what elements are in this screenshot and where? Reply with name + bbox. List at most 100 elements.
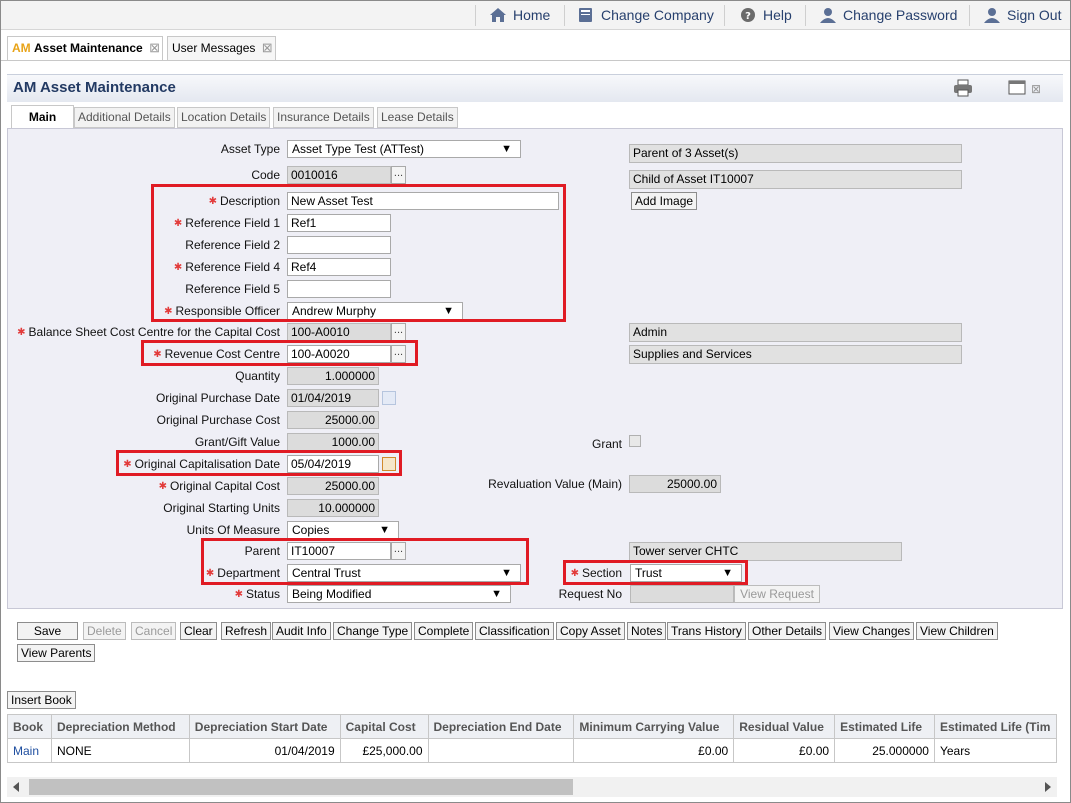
other-details-button[interactable]: Other Details [748,622,827,640]
scrollbar-thumb[interactable] [29,779,573,795]
purchase-date-field[interactable]: 01/04/2019 [287,389,379,407]
window-icon[interactable]: ⊠ [1007,79,1045,97]
view-request-button[interactable]: View Request [734,585,820,603]
required-icon: ✱ [234,589,243,600]
tab-additional-details[interactable]: Additional Details [74,107,175,128]
dropdown-arrow-icon: ▼ [379,524,390,536]
classification-button[interactable]: Classification [475,622,554,640]
user-icon [820,8,836,23]
column-header[interactable]: Residual Value [733,714,836,739]
notes-button[interactable]: Notes [627,622,667,640]
help-link[interactable]: ? Help [739,1,792,30]
table-cell: £0.00 [733,738,836,763]
tab-location-details[interactable]: Location Details [177,107,271,128]
scroll-right-icon[interactable] [1045,782,1051,792]
tab-lease-details[interactable]: Lease Details [377,107,458,128]
column-header[interactable]: Capital Cost [339,714,429,739]
nav-separator [805,5,806,26]
refresh-button[interactable]: Refresh [221,622,272,640]
column-header[interactable]: Depreciation Method [50,714,190,739]
required-icon: ✱ [158,481,167,492]
view-changes-button[interactable]: View Changes [829,622,915,640]
change-company-link[interactable]: Change Company [577,1,714,30]
add-image-button[interactable]: Add Image [631,192,698,210]
reval-label: Revaluation Value (Main) [488,477,622,491]
table-cell: 25.000000 [834,738,935,763]
highlight-box [116,450,402,476]
change-type-button[interactable]: Change Type [333,622,413,640]
highlight-box [141,340,418,366]
help-icon: ? [741,8,755,22]
calendar-icon[interactable] [382,391,396,405]
cap-cost-label: ✱ Original Capital Cost [158,479,280,493]
change-password-link[interactable]: Change Password [819,1,957,30]
save-button[interactable]: Save [17,622,78,640]
tab-asset-maintenance[interactable]: AM Asset Maintenance ⊠ [7,36,163,61]
complete-button[interactable]: Complete [414,622,474,640]
tab-main[interactable]: Main [11,105,74,129]
purchase-cost-label: Original Purchase Cost [156,413,280,427]
scroll-left-icon[interactable] [13,782,19,792]
table-cell: Years [933,738,1058,763]
table-row[interactable]: Main NONE 01/04/2019 £25,000.00 £0.00 £0… [7,738,1058,763]
purchase-date-label: Original Purchase Date [155,391,280,405]
quantity-field[interactable]: 1.000000 [287,367,379,385]
column-header[interactable]: Book [7,714,52,739]
asset-type-select[interactable]: Asset Type Test (ATTest) ▼ [287,140,521,158]
close-icon[interactable]: ⊠ [149,40,160,55]
grid-header-row: Book Depreciation Method Depreciation St… [7,714,1058,739]
nav-separator [724,5,725,26]
tab-user-messages[interactable]: User Messages ⊠ [167,36,276,60]
request-no-field[interactable] [630,585,734,603]
reval-field[interactable]: 25000.00 [629,475,721,493]
grant-value-label: Grant/Gift Value [194,435,280,449]
bs-cost-centre-field[interactable]: 100-A0010 [287,323,391,341]
audit-info-button[interactable]: Audit Info [272,622,331,640]
column-header[interactable]: Estimated Life (Tim [933,714,1058,739]
grant-label: Grant [591,437,622,451]
view-children-button[interactable]: View Children [916,622,998,640]
lookup-button[interactable]: ... [391,323,406,341]
cancel-button[interactable]: Cancel [131,622,177,640]
user-icon [984,8,1000,23]
highlight-box [563,560,748,585]
insert-book-button[interactable]: Insert Book [7,691,76,709]
cap-cost-field[interactable]: 25000.00 [287,477,379,495]
close-icon[interactable]: ⊠ [262,40,273,55]
clear-button[interactable]: Clear [180,622,217,640]
sign-out-link[interactable]: Sign Out [983,1,1061,30]
page-title: AM Asset Maintenance [13,79,176,96]
column-header[interactable]: Depreciation End Date [427,714,575,739]
horizontal-scrollbar[interactable] [7,777,1057,797]
trans-history-button[interactable]: Trans History [667,622,746,640]
uom-select[interactable]: Copies ▼ [287,521,399,539]
book-link[interactable]: Main [7,738,52,763]
print-icon[interactable] [953,79,973,97]
units-field[interactable]: 10.000000 [287,499,379,517]
home-link[interactable]: Home [489,1,550,30]
table-cell: 01/04/2019 [188,738,341,763]
view-parents-button[interactable]: View Parents [17,644,96,662]
tab-divider [1,60,1070,61]
column-header[interactable]: Estimated Life [834,714,935,739]
table-cell [427,738,575,763]
status-select[interactable]: Being Modified ▼ [287,585,511,603]
purchase-cost-field[interactable]: 25000.00 [287,411,379,429]
required-icon: ✱ [17,327,26,338]
highlight-box [201,538,529,585]
lookup-button[interactable]: ... [391,166,406,184]
grant-value-field[interactable]: 1000.00 [287,433,379,451]
parent-of-info: Parent of 3 Asset(s) [629,144,962,163]
code-field[interactable]: 0010016 [287,166,391,184]
column-header[interactable]: Depreciation Start Date [188,714,341,739]
column-header[interactable]: Minimum Carrying Value [573,714,735,739]
copy-asset-button[interactable]: Copy Asset [556,622,625,640]
tab-insurance-details[interactable]: Insurance Details [273,107,374,128]
delete-button[interactable]: Delete [83,622,126,640]
svg-text:?: ? [745,11,751,22]
parent-desc: Tower server CHTC [629,542,902,561]
book-icon [579,8,592,22]
bs-cost-centre-desc: Admin [629,323,962,342]
grant-checkbox[interactable] [629,435,641,447]
app-window: Home Change Company ? Help Change Passwor… [0,0,1071,803]
